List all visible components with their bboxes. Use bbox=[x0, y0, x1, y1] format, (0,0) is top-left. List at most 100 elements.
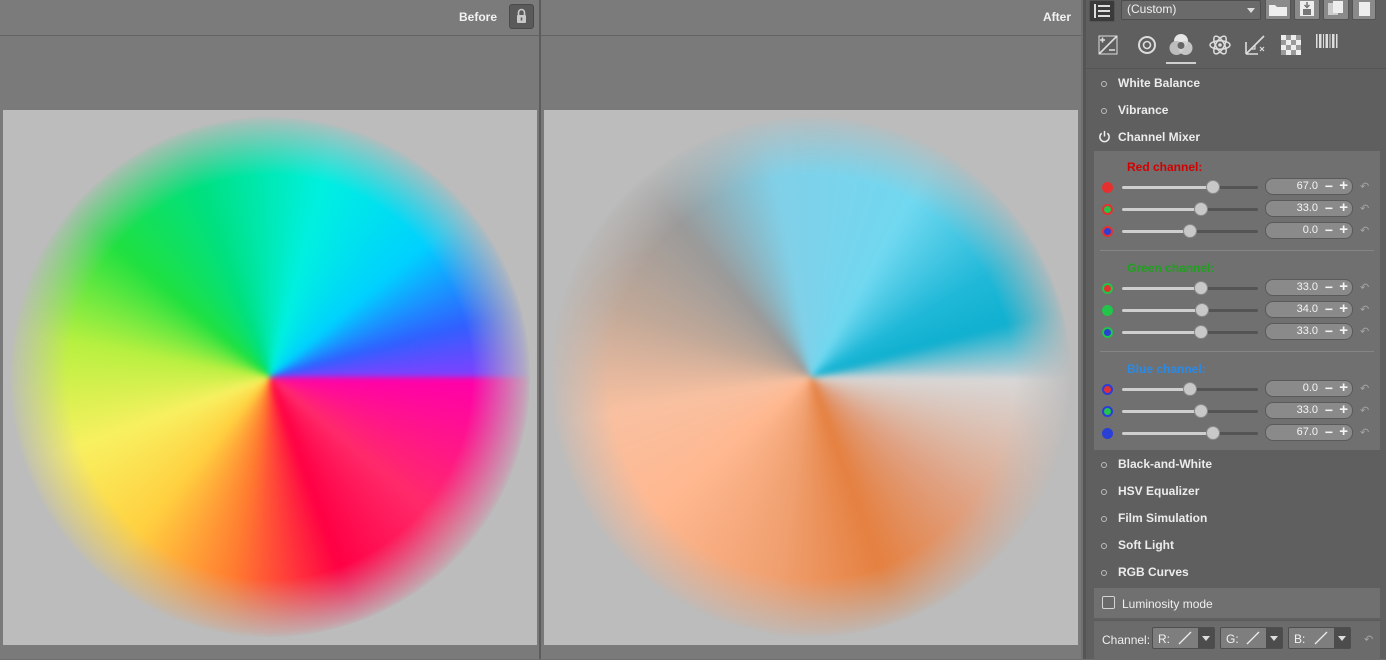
tab-metadata[interactable] bbox=[1312, 30, 1342, 60]
increment-icon[interactable]: + bbox=[1339, 278, 1348, 295]
reset-icon[interactable]: ↶ bbox=[1360, 281, 1372, 294]
after-image[interactable] bbox=[544, 110, 1078, 645]
value-spinbox[interactable]: 33.0− + bbox=[1265, 278, 1353, 296]
status-dot-icon[interactable] bbox=[1101, 543, 1107, 549]
increment-icon[interactable]: + bbox=[1339, 221, 1348, 238]
reset-icon[interactable]: ↶ bbox=[1360, 224, 1372, 237]
value-text[interactable]: 67.0 bbox=[1297, 426, 1318, 438]
reset-icon[interactable]: ↶ bbox=[1360, 426, 1372, 439]
reset-icon[interactable]: ↶ bbox=[1364, 633, 1373, 646]
before-image[interactable] bbox=[3, 110, 537, 645]
status-dot-icon[interactable] bbox=[1101, 489, 1107, 495]
curve-r-button[interactable]: R: bbox=[1152, 627, 1215, 649]
green-from-green-slider[interactable]: 34.0− + ↶ bbox=[1094, 300, 1380, 321]
status-dot-icon[interactable] bbox=[1101, 81, 1107, 87]
section-soft-light[interactable]: Soft Light bbox=[1086, 532, 1386, 559]
reset-icon[interactable]: ↶ bbox=[1360, 202, 1372, 215]
tab-exposure[interactable] bbox=[1093, 30, 1123, 60]
increment-icon[interactable]: + bbox=[1339, 322, 1348, 339]
increment-icon[interactable]: + bbox=[1339, 177, 1348, 194]
status-dot-icon[interactable] bbox=[1101, 108, 1107, 114]
status-dot-icon[interactable] bbox=[1101, 516, 1107, 522]
curve-g-button[interactable]: G: bbox=[1220, 627, 1283, 649]
red-from-blue-slider[interactable]: 0.0− + ↶ bbox=[1094, 221, 1380, 242]
decrement-icon[interactable]: − bbox=[1325, 222, 1333, 238]
slider-handle[interactable] bbox=[1183, 382, 1197, 396]
value-text[interactable]: 33.0 bbox=[1297, 202, 1318, 214]
chevron-down-icon[interactable] bbox=[1198, 628, 1214, 648]
slider-track[interactable] bbox=[1122, 281, 1258, 295]
decrement-icon[interactable]: − bbox=[1325, 380, 1333, 396]
decrement-icon[interactable]: − bbox=[1325, 323, 1333, 339]
section-film-simulation[interactable]: Film Simulation bbox=[1086, 505, 1386, 532]
red-from-green-slider[interactable]: 33.0− + ↶ bbox=[1094, 199, 1380, 220]
increment-icon[interactable]: + bbox=[1339, 199, 1348, 216]
slider-handle[interactable] bbox=[1194, 404, 1209, 418]
tab-color[interactable] bbox=[1166, 30, 1196, 64]
reset-icon[interactable]: ↶ bbox=[1360, 382, 1372, 395]
decrement-icon[interactable]: − bbox=[1325, 402, 1333, 418]
value-text[interactable]: 33.0 bbox=[1297, 325, 1318, 337]
tab-transform[interactable] bbox=[1240, 30, 1270, 60]
blue-from-green-slider[interactable]: 33.0− + ↶ bbox=[1094, 401, 1380, 422]
lock-button[interactable] bbox=[509, 4, 534, 29]
slider-handle[interactable] bbox=[1205, 426, 1220, 440]
status-dot-icon[interactable] bbox=[1101, 462, 1107, 468]
slider-track[interactable] bbox=[1122, 382, 1258, 396]
value-text[interactable]: 0.0 bbox=[1303, 382, 1318, 394]
decrement-icon[interactable]: − bbox=[1325, 279, 1333, 295]
paste-profile-button[interactable] bbox=[1352, 0, 1376, 20]
red-from-red-slider[interactable]: 67.0− + ↶ bbox=[1094, 177, 1380, 198]
slider-handle[interactable] bbox=[1205, 180, 1220, 194]
green-from-red-slider[interactable]: 33.0− + ↶ bbox=[1094, 278, 1380, 299]
section-black-and-white[interactable]: Black-and-White bbox=[1086, 451, 1386, 478]
reset-icon[interactable]: ↶ bbox=[1360, 303, 1372, 316]
value-spinbox[interactable]: 0.0− + bbox=[1265, 379, 1353, 397]
history-button[interactable] bbox=[1089, 0, 1115, 22]
increment-icon[interactable]: + bbox=[1339, 401, 1348, 418]
decrement-icon[interactable]: − bbox=[1325, 301, 1333, 317]
slider-track[interactable] bbox=[1122, 303, 1258, 317]
value-spinbox[interactable]: 34.0− + bbox=[1265, 300, 1353, 318]
decrement-icon[interactable]: − bbox=[1325, 200, 1333, 216]
section-vibrance[interactable]: Vibrance bbox=[1086, 97, 1386, 124]
section-rgb-curves[interactable]: RGB Curves bbox=[1086, 559, 1386, 586]
slider-handle[interactable] bbox=[1194, 202, 1209, 216]
increment-icon[interactable]: + bbox=[1339, 300, 1348, 317]
decrement-icon[interactable]: − bbox=[1325, 178, 1333, 194]
slider-track[interactable] bbox=[1122, 202, 1258, 216]
save-profile-button[interactable] bbox=[1294, 0, 1320, 20]
reset-icon[interactable]: ↶ bbox=[1360, 180, 1372, 193]
green-from-blue-slider[interactable]: 33.0− + ↶ bbox=[1094, 322, 1380, 343]
blue-from-red-slider[interactable]: 0.0− + ↶ bbox=[1094, 379, 1380, 400]
luminosity-mode-checkbox[interactable] bbox=[1102, 596, 1115, 609]
tab-detail[interactable] bbox=[1132, 30, 1162, 60]
power-icon[interactable] bbox=[1098, 130, 1111, 143]
open-profile-button[interactable] bbox=[1265, 0, 1291, 20]
value-spinbox[interactable]: 67.0− + bbox=[1265, 177, 1353, 195]
value-text[interactable]: 33.0 bbox=[1297, 281, 1318, 293]
value-text[interactable]: 33.0 bbox=[1297, 404, 1318, 416]
reset-icon[interactable]: ↶ bbox=[1360, 404, 1372, 417]
curve-b-button[interactable]: B: bbox=[1288, 627, 1351, 649]
section-hsv-equalizer[interactable]: HSV Equalizer bbox=[1086, 478, 1386, 505]
value-spinbox[interactable]: 0.0− + bbox=[1265, 221, 1353, 239]
blue-from-blue-slider[interactable]: 67.0− + ↶ bbox=[1094, 423, 1380, 444]
value-spinbox[interactable]: 67.0− + bbox=[1265, 423, 1353, 441]
profile-dropdown[interactable]: (Custom) bbox=[1121, 0, 1261, 20]
chevron-down-icon[interactable] bbox=[1334, 628, 1350, 648]
reset-icon[interactable]: ↶ bbox=[1360, 325, 1372, 338]
increment-icon[interactable]: + bbox=[1339, 379, 1348, 396]
value-text[interactable]: 67.0 bbox=[1297, 180, 1318, 192]
increment-icon[interactable]: + bbox=[1339, 423, 1348, 440]
slider-track[interactable] bbox=[1122, 325, 1258, 339]
slider-handle[interactable] bbox=[1183, 224, 1197, 238]
slider-handle[interactable] bbox=[1194, 325, 1209, 339]
chevron-down-icon[interactable] bbox=[1266, 628, 1282, 648]
status-dot-icon[interactable] bbox=[1101, 570, 1107, 576]
decrement-icon[interactable]: − bbox=[1325, 424, 1333, 440]
copy-profile-button[interactable] bbox=[1323, 0, 1349, 20]
slider-track[interactable] bbox=[1122, 404, 1258, 418]
section-channel-mixer[interactable]: Channel Mixer bbox=[1086, 124, 1386, 151]
section-white-balance[interactable]: White Balance bbox=[1086, 70, 1386, 97]
